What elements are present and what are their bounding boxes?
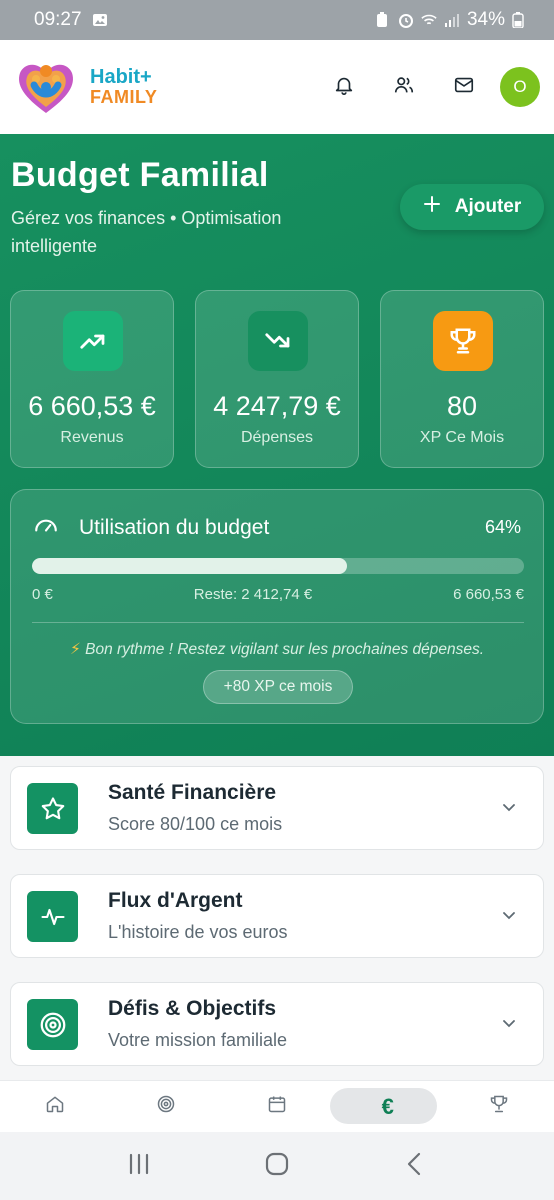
card-subtitle: L'histoire de vos euros	[108, 922, 288, 942]
add-button[interactable]: Ajouter	[400, 184, 544, 230]
card-subtitle: Score 80/100 ce mois	[108, 814, 283, 834]
trending-down-icon	[248, 311, 308, 371]
chevron-down-icon[interactable]	[501, 1015, 517, 1031]
gauge-icon	[33, 512, 59, 543]
budget-usage-title: Utilisation du budget	[79, 515, 270, 539]
trending-up-icon	[63, 311, 123, 371]
signal-icon	[444, 12, 460, 28]
financial-health-card[interactable]: Santé Financière Score 80/100 ce mois	[10, 766, 544, 850]
nav-calendar[interactable]	[222, 1081, 333, 1132]
income-value: 6 660,53 €	[28, 391, 156, 421]
home-icon	[45, 1094, 65, 1119]
lightning-icon: ⚡	[69, 641, 81, 658]
page-subtitle: Gérez vos finances • Optimisation intell…	[11, 208, 282, 256]
xp-badge: +80 XP ce mois	[203, 670, 353, 704]
card-title: Santé Financière	[108, 781, 277, 804]
divider	[32, 622, 524, 623]
trophy-icon	[489, 1094, 509, 1119]
trophy-icon	[433, 311, 493, 371]
money-flow-card[interactable]: Flux d'Argent L'histoire de vos euros	[10, 874, 544, 958]
battery-saver-icon	[375, 12, 391, 28]
budget-remaining: Reste: 2 412,74 €	[193, 586, 313, 603]
family-button[interactable]	[374, 65, 434, 109]
chevron-down-icon[interactable]	[501, 799, 517, 815]
plus-icon	[423, 195, 441, 219]
back-icon[interactable]	[402, 1151, 428, 1182]
gallery-icon	[92, 12, 108, 28]
app-header: Habit+ FAMILY O	[0, 40, 554, 134]
recent-apps-icon[interactable]	[126, 1151, 152, 1182]
challenges-card[interactable]: Défis & Objectifs Votre mission familial…	[10, 982, 544, 1066]
budget-hero: Budget Familial Gérez vos finances • Opt…	[0, 134, 554, 756]
brand-name: Habit+ FAMILY	[90, 67, 157, 107]
expenses-card[interactable]: 4 247,79 € Dépenses	[195, 290, 359, 468]
expenses-value: 4 247,79 €	[213, 391, 341, 421]
budget-usage-percent: 64%	[484, 517, 521, 537]
bell-icon	[333, 74, 355, 101]
budget-min: 0 €	[32, 586, 53, 603]
nav-home[interactable]	[0, 1081, 111, 1132]
nav-goals[interactable]	[111, 1081, 222, 1132]
card-title: Flux d'Argent	[108, 889, 243, 912]
budget-max: 6 660,53 €	[453, 586, 524, 603]
brand-line-2: FAMILY	[90, 87, 158, 108]
avatar[interactable]: O	[500, 67, 540, 107]
chevron-down-icon[interactable]	[501, 907, 517, 923]
budget-progress-fill	[32, 558, 347, 574]
activity-icon	[27, 891, 78, 942]
calendar-icon	[267, 1094, 287, 1119]
budget-usage-card: Utilisation du budget 64% 0 € Reste: 2 4…	[10, 489, 544, 724]
card-subtitle: Votre mission familiale	[108, 1030, 288, 1050]
euro-icon: €	[381, 1093, 394, 1119]
app-logo[interactable]	[14, 55, 78, 119]
xp-value: 80	[446, 391, 478, 421]
messages-button[interactable]	[434, 65, 494, 109]
add-button-label: Ajouter	[454, 196, 522, 217]
notifications-button[interactable]	[314, 65, 374, 109]
brand-line-1: Habit+	[90, 66, 152, 89]
budget-tip: ⚡ Bon rythme ! Restez vigilant sur les p…	[11, 640, 543, 659]
star-icon	[27, 783, 78, 834]
users-icon	[393, 74, 415, 101]
budget-progress-bar	[32, 558, 524, 574]
bottom-nav: €	[0, 1080, 554, 1132]
status-bar: 09:27 34%	[0, 0, 554, 40]
xp-card[interactable]: 80 XP Ce Mois	[380, 290, 544, 468]
card-title: Défis & Objectifs	[108, 997, 277, 1020]
page-title: Budget Familial	[11, 156, 269, 194]
wifi-icon	[421, 12, 437, 28]
income-label: Revenus	[60, 429, 124, 446]
nav-rewards[interactable]	[443, 1081, 554, 1132]
budget-tip-text: Bon rythme ! Restez vigilant sur les pro…	[85, 641, 485, 658]
target-icon	[156, 1094, 176, 1119]
battery-icon	[512, 12, 528, 28]
mail-icon	[453, 74, 475, 101]
xp-label: XP Ce Mois	[419, 429, 505, 446]
system-nav-bar	[0, 1132, 554, 1200]
income-card[interactable]: 6 660,53 € Revenus	[10, 290, 174, 468]
home-button-icon[interactable]	[264, 1151, 290, 1182]
alarm-icon	[398, 12, 414, 28]
target-icon	[27, 999, 78, 1050]
expenses-label: Dépenses	[240, 429, 314, 446]
status-time: 09:27	[34, 9, 82, 30]
battery-percent: 34%	[466, 9, 505, 30]
